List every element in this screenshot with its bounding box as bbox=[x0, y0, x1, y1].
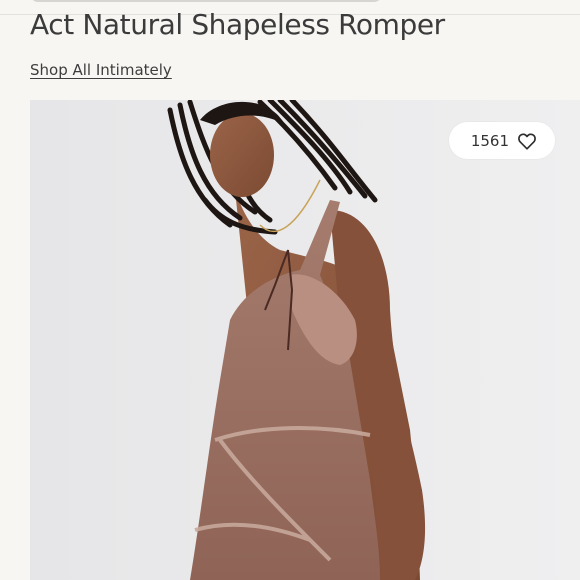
product-page: Act Natural Shapeless Romper Shop All In… bbox=[0, 0, 580, 580]
product-photo-illustration bbox=[30, 100, 580, 580]
like-count: 1561 bbox=[470, 131, 509, 150]
search-bar[interactable] bbox=[30, 0, 382, 2]
product-photo[interactable]: 1561 bbox=[30, 100, 580, 580]
product-title: Act Natural Shapeless Romper bbox=[30, 8, 445, 41]
shop-all-link[interactable]: Shop All Intimately bbox=[30, 61, 172, 79]
heart-icon bbox=[517, 132, 537, 150]
like-button[interactable]: 1561 bbox=[448, 122, 555, 159]
